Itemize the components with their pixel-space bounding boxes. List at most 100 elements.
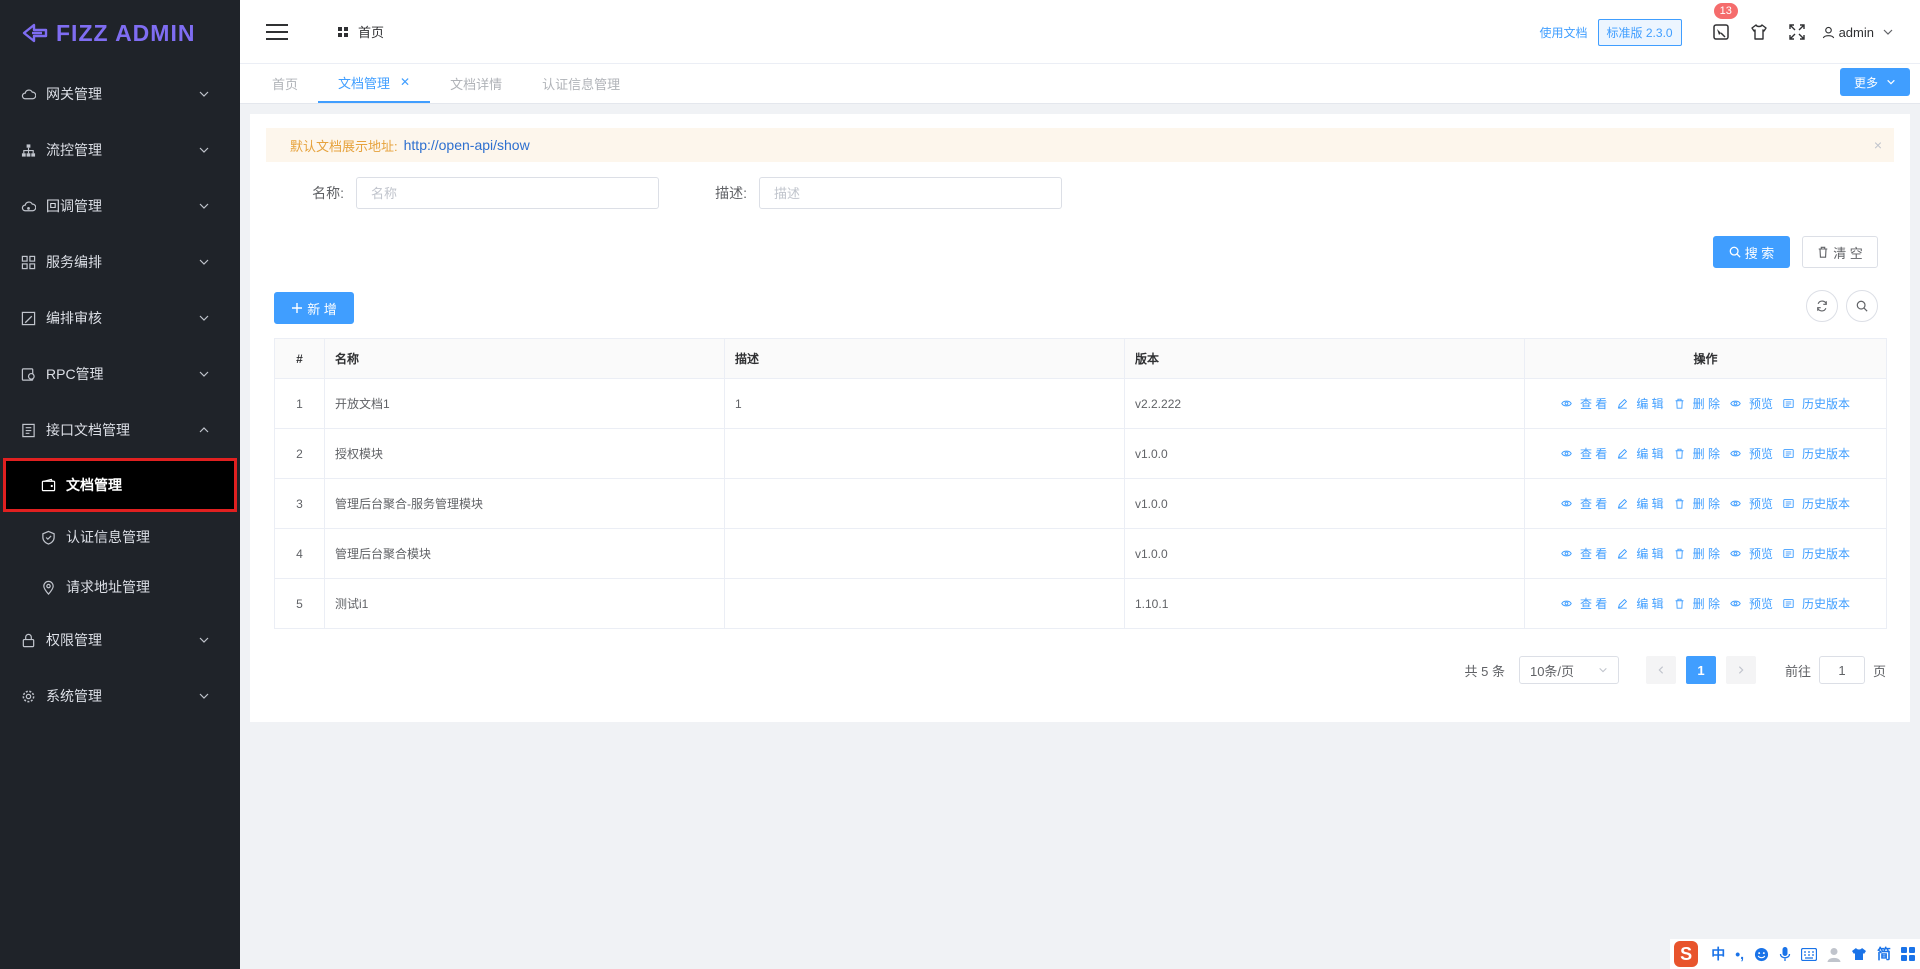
notification-icon[interactable]: 13 [1710,3,1738,43]
name-input[interactable] [356,177,659,209]
sidebar-menu: 网关管理 流控管理 回调管理 服务编排 编排审核 RPC管理 接口文档管理 [0,66,240,458]
preview-button[interactable]: 预览 [1730,545,1773,562]
delete-button[interactable]: 删 除 [1674,545,1720,562]
shield-icon [40,529,56,545]
history-button[interactable]: 历史版本 [1783,545,1850,562]
alert-link[interactable]: http://open-api/show [404,137,530,153]
keyboard-icon[interactable] [1801,947,1817,961]
preview-button[interactable]: 预览 [1730,445,1773,462]
edit-button[interactable]: 编 辑 [1617,495,1664,512]
edit-button[interactable]: 编 辑 [1617,545,1664,562]
sidebar-item-system[interactable]: 系统管理 [0,668,240,724]
add-button[interactable]: 新 增 [274,292,354,324]
breadcrumb-home[interactable]: 首页 [358,22,384,41]
view-button[interactable]: 查 看 [1561,545,1607,562]
docs-link[interactable]: 使用文档 [1540,24,1588,41]
sidebar-item-gateway[interactable]: 网关管理 [0,66,240,122]
trash-icon [1674,398,1689,409]
edit-button[interactable]: 编 辑 [1617,595,1664,612]
delete-button[interactable]: 删 除 [1674,445,1720,462]
tab-home[interactable]: 首页 [252,63,318,103]
close-icon[interactable]: ✕ [400,75,410,89]
ime-simplified[interactable]: 简 [1877,944,1891,964]
cell-actions: 查 看编 辑删 除预览 历史版本 [1524,478,1887,529]
search-icon [1856,300,1868,312]
app-logo[interactable]: FIZZ ADMIN [0,0,240,66]
sidebar-item-flow-control[interactable]: 流控管理 [0,122,240,178]
close-icon[interactable]: × [1874,137,1882,153]
desc-filter: 描述: [653,176,1062,210]
sidebar-item-request-address[interactable]: 请求地址管理 [0,562,240,612]
ime-grid-icon[interactable] [1901,947,1915,961]
search-button[interactable]: 搜 索 [1713,236,1790,268]
more-tabs-button[interactable]: 更多 [1839,68,1910,96]
cell-actions: 查 看编 辑删 除预览 历史版本 [1524,578,1887,629]
microphone-icon[interactable] [1779,946,1791,962]
preview-button[interactable]: 预览 [1730,595,1773,612]
refresh-button[interactable] [1806,290,1838,322]
delete-button[interactable]: 删 除 [1674,395,1720,412]
emoji-icon[interactable] [1754,947,1769,962]
sidebar-item-permissions[interactable]: 权限管理 [0,612,240,668]
preview-button[interactable]: 预览 [1730,495,1773,512]
edit-button[interactable]: 编 辑 [1617,395,1664,412]
ime-toolbar: S 中 •, 简 [1670,939,1920,969]
ime-punctuation[interactable]: •, [1735,946,1744,962]
cell-name: 管理后台聚合模块 [324,528,725,579]
edit-icon [1617,498,1632,509]
page-number-current[interactable]: 1 [1685,656,1716,684]
sidebar-item-orchestration-review[interactable]: 编排审核 [0,290,240,346]
sidebar-item-callback[interactable]: 回调管理 [0,178,240,234]
view-button[interactable]: 查 看 [1561,595,1607,612]
history-button[interactable]: 历史版本 [1783,495,1850,512]
delete-button[interactable]: 删 除 [1674,595,1720,612]
toggle-search-button[interactable] [1846,290,1878,322]
edit-button[interactable]: 编 辑 [1617,445,1664,462]
history-button[interactable]: 历史版本 [1783,395,1850,412]
view-button[interactable]: 查 看 [1561,445,1607,462]
history-button[interactable]: 历史版本 [1783,445,1850,462]
theme-shirt-icon[interactable] [1748,21,1770,43]
sogou-logo[interactable]: S [1674,941,1699,967]
table-row: 1 开放文档1 1 v2.2.222 查 看编 辑删 除预览 历史版本 [274,378,1887,429]
cell-version: v1.0.0 [1124,478,1525,529]
chevron-down-icon [198,88,210,100]
goto-page: 前往 页 [1785,656,1886,684]
cell-version: v1.0.0 [1124,528,1525,579]
location-icon [40,579,56,595]
cell-actions: 查 看编 辑删 除预览 历史版本 [1524,528,1887,579]
user-menu[interactable]: admin [1822,25,1898,40]
tab-doc-detail[interactable]: 文档详情 [430,63,522,103]
view-button[interactable]: 查 看 [1561,495,1607,512]
delete-button[interactable]: 删 除 [1674,495,1720,512]
user-profile-icon[interactable] [1827,947,1841,962]
tab-auth-info[interactable]: 认证信息管理 [522,63,640,103]
clear-button[interactable]: 清 空 [1802,236,1878,268]
apps-icon [338,26,348,37]
sidebar-menu-bottom: 权限管理 系统管理 [0,612,240,724]
table-header-row: # 名称 描述 版本 操作 [274,338,1887,379]
sidebar-item-api-docs[interactable]: 接口文档管理 [0,402,240,458]
sidebar-item-auth-info[interactable]: 认证信息管理 [0,512,240,562]
next-page-button[interactable] [1725,656,1756,684]
ime-mode[interactable]: 中 [1711,944,1725,964]
sidebar-item-service-orchestration[interactable]: 服务编排 [0,234,240,290]
goto-page-input[interactable] [1818,656,1865,684]
hamburger-menu-icon[interactable] [266,23,288,40]
tab-doc-management[interactable]: 文档管理 ✕ [318,63,431,103]
table-row: 3 管理后台聚合-服务管理模块 v1.0.0 查 看编 辑删 除预览 历史版本 [274,478,1887,529]
desc-input[interactable] [759,177,1062,209]
skin-shirt-icon[interactable] [1851,947,1867,961]
sidebar-item-doc-management[interactable]: 文档管理 [3,458,237,512]
edit-icon [1617,548,1632,559]
desc-label: 描述: [715,185,747,201]
page-size-select[interactable]: 10条/页 [1518,656,1619,684]
prev-page-button[interactable] [1645,656,1676,684]
eye-icon [1561,398,1576,409]
history-button[interactable]: 历史版本 [1783,595,1850,612]
fullscreen-icon[interactable] [1786,21,1808,43]
sidebar-item-rpc[interactable]: RPC管理 [0,346,240,402]
preview-button[interactable]: 预览 [1730,395,1773,412]
view-button[interactable]: 查 看 [1561,395,1607,412]
cell-actions: 查 看编 辑删 除预览 历史版本 [1524,378,1887,429]
